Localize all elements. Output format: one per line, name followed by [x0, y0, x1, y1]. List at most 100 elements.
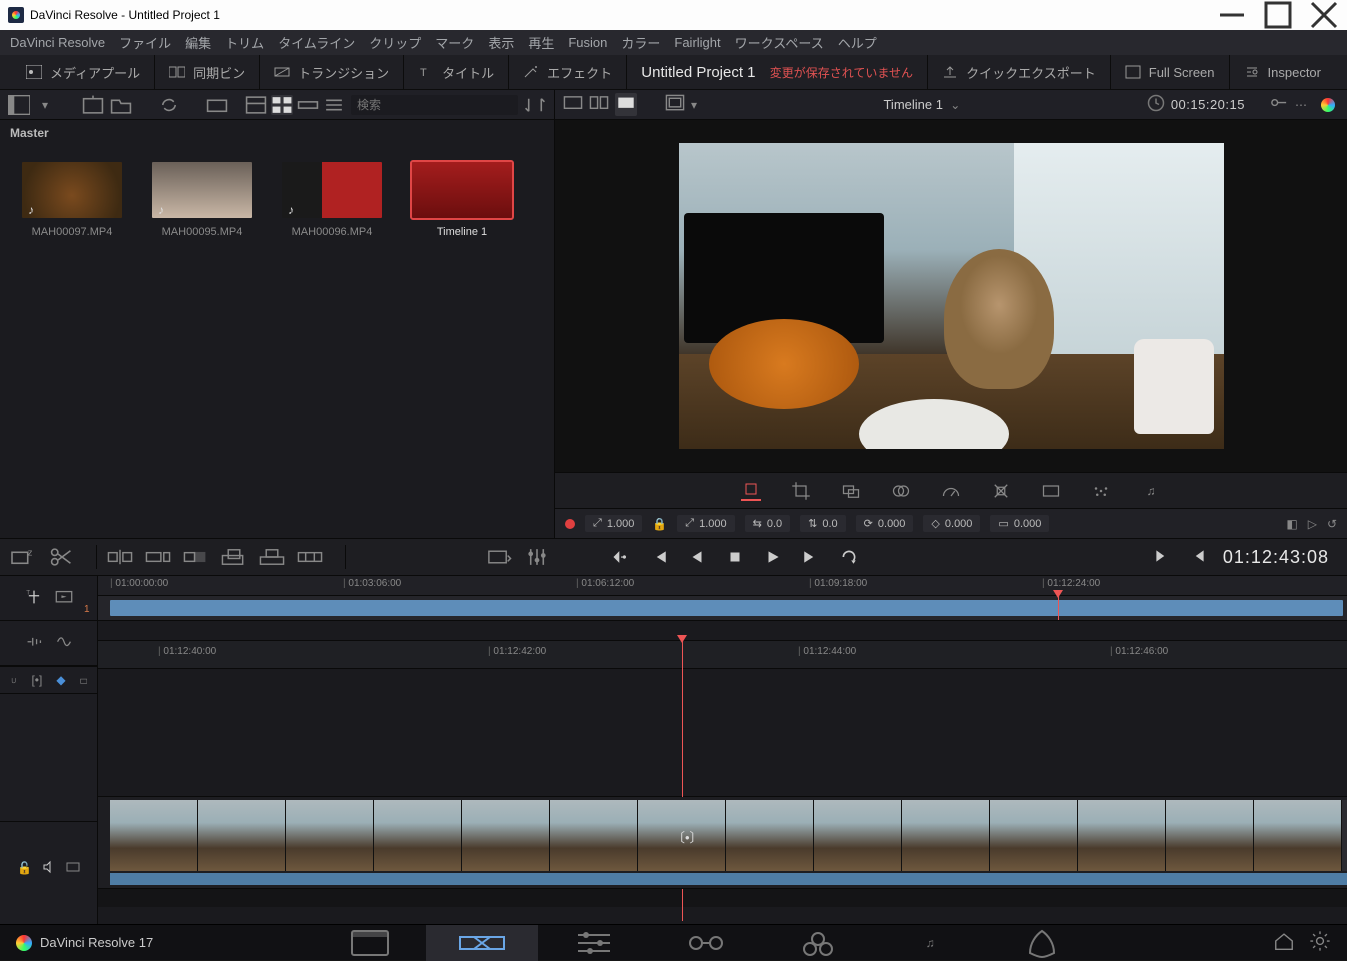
lock-icon[interactable]: 🔒	[652, 517, 667, 531]
minimize-button[interactable]	[1209, 0, 1255, 30]
pos-x-field[interactable]: ⇆0.0	[745, 515, 791, 532]
viewer-timeline-name[interactable]: Timeline 1	[883, 97, 942, 112]
safe-area-icon[interactable]	[665, 94, 685, 114]
page-edit[interactable]	[538, 925, 650, 961]
menu-playback[interactable]: 再生	[528, 33, 554, 52]
pool-layout-a-icon[interactable]	[8, 95, 30, 115]
composite-icon[interactable]	[891, 481, 911, 501]
close-button[interactable]	[1301, 0, 1347, 30]
color-tool-icon[interactable]	[1091, 481, 1111, 501]
lens-icon[interactable]	[1041, 481, 1061, 501]
menu-davinci[interactable]: DaVinci Resolve	[10, 35, 105, 50]
view-list-icon[interactable]	[323, 95, 345, 115]
audio-sync-icon[interactable]	[25, 634, 43, 652]
stop-icon[interactable]	[726, 548, 744, 566]
audio-track-icon[interactable]	[55, 634, 73, 652]
stabilize-icon[interactable]	[991, 481, 1011, 501]
inspector-toggle[interactable]: Inspector	[1230, 55, 1335, 90]
pos-y-field[interactable]: ⇅0.0	[800, 515, 846, 532]
flag-icon[interactable]: ◆	[56, 673, 65, 687]
next-clip-icon[interactable]	[802, 548, 820, 566]
ripple-overwrite-icon[interactable]	[183, 546, 209, 568]
settings-gear-icon[interactable]	[1309, 930, 1331, 955]
zoom-x-field[interactable]: ⤢1.000	[585, 515, 642, 532]
view-metadata-icon[interactable]	[245, 95, 267, 115]
source-overwrite-icon[interactable]	[297, 546, 323, 568]
media-pool-toggle[interactable]: メディアプール	[12, 55, 155, 90]
pool-chevron-icon[interactable]: ▾	[34, 95, 56, 115]
menu-help[interactable]: ヘルプ	[838, 33, 877, 52]
menu-timeline[interactable]: タイムライン	[278, 33, 355, 52]
closeup-icon[interactable]	[221, 546, 247, 568]
pool-search-input[interactable]	[351, 95, 518, 115]
view-strip-icon[interactable]	[297, 95, 319, 115]
viewer-mode-a-icon[interactable]	[563, 94, 583, 114]
play-icon[interactable]	[764, 548, 782, 566]
crop-tool-icon[interactable]	[791, 481, 811, 501]
maximize-button[interactable]	[1255, 0, 1301, 30]
colorwheel-icon[interactable]	[1321, 98, 1339, 112]
clip-item[interactable]: ♪ MAH00096.MP4	[282, 162, 382, 238]
overview-ruler[interactable]: | 01:00:00:00| 01:03:06:00| 01:06:12:00|…	[98, 576, 1347, 596]
smart-insert-icon[interactable]	[107, 546, 133, 568]
anchor-field[interactable]: ◇0.000	[923, 515, 980, 532]
transform-tool-icon[interactable]	[741, 481, 761, 501]
snap-icon[interactable]	[10, 673, 17, 687]
menu-trim[interactable]: トリム	[225, 33, 264, 52]
options-icon[interactable]: ⋯	[1295, 98, 1315, 112]
flip-icon[interactable]: ◧	[1286, 517, 1297, 531]
view-thumb-icon[interactable]	[271, 95, 293, 115]
video-track-v1[interactable]: 1 〔•〕	[98, 797, 1347, 889]
menu-fairlight[interactable]: Fairlight	[674, 35, 720, 50]
menu-workspace[interactable]: ワークスペース	[735, 33, 824, 52]
zoom-y-field[interactable]: ⤢1.000	[677, 515, 734, 532]
menu-clip[interactable]: クリップ	[369, 33, 421, 52]
page-color[interactable]	[762, 925, 874, 961]
menu-fusion[interactable]: Fusion	[568, 35, 607, 50]
overview-clip[interactable]	[110, 600, 1343, 616]
marker-icon[interactable]: [•]	[31, 673, 42, 687]
jog-mode-icon[interactable]	[612, 548, 630, 566]
import-media-icon[interactable]	[82, 95, 104, 115]
quick-export-button[interactable]: クイックエクスポート	[927, 55, 1111, 90]
pool-bin-header[interactable]: Master	[0, 120, 554, 146]
speed-icon[interactable]	[941, 481, 961, 501]
detail-ruler[interactable]: | 01:12:40:00| 01:12:42:00| 01:12:44:00|…	[98, 641, 1347, 669]
add-track-icon[interactable]: T	[25, 588, 43, 609]
master-timecode[interactable]: 01:12:43:08	[1223, 547, 1329, 568]
menu-file[interactable]: ファイル	[119, 33, 171, 52]
sync-bin-toggle[interactable]: 同期ビン	[155, 55, 260, 90]
transition-toggle[interactable]: トランジション	[260, 55, 404, 90]
menu-mark[interactable]: マーク	[435, 33, 474, 52]
menu-edit[interactable]: 編集	[185, 33, 211, 52]
page-fusion[interactable]	[650, 925, 762, 961]
video-track-icon[interactable]	[55, 589, 73, 607]
viewer-chevron-icon[interactable]: ▾	[691, 98, 697, 112]
chevron-down-icon[interactable]: ⌄	[950, 98, 960, 112]
import-folder-icon[interactable]	[110, 95, 132, 115]
split-clip-icon[interactable]	[48, 546, 74, 568]
keyframe-next-icon[interactable]: ▷	[1308, 517, 1317, 531]
record-dot-icon[interactable]	[565, 519, 575, 529]
dynamic-zoom-icon[interactable]	[841, 481, 861, 501]
boring-detector-icon[interactable]: z	[10, 546, 36, 568]
video-clip-strip[interactable]	[110, 800, 1347, 871]
timeline-main[interactable]: 1 | 01:00:00:00| 01:03:06:00| 01:06:12:0…	[98, 576, 1347, 927]
loop-icon[interactable]	[840, 548, 858, 566]
menu-view[interactable]: 表示	[488, 33, 514, 52]
clip-item[interactable]: ♪ MAH00095.MP4	[152, 162, 252, 238]
bypass-icon[interactable]	[1269, 94, 1289, 114]
mute-track-icon[interactable]	[42, 860, 56, 877]
page-cut[interactable]	[426, 925, 538, 961]
title-toggle[interactable]: T タイトル	[404, 55, 509, 90]
overview-playhead[interactable]	[1058, 596, 1059, 620]
home-icon[interactable]	[1273, 930, 1295, 955]
goto-start-icon[interactable]	[1189, 547, 1207, 568]
audio-clip-strip[interactable]	[110, 873, 1347, 885]
page-fairlight[interactable]: ♫	[874, 925, 986, 961]
card-icon[interactable]	[80, 673, 87, 687]
clip-item[interactable]: ♪ MAH00097.MP4	[22, 162, 122, 238]
audio-tool-icon[interactable]: ♫	[1141, 481, 1161, 501]
tools-dropdown-icon[interactable]	[486, 546, 512, 568]
effect-toggle[interactable]: エフェクト	[509, 55, 627, 90]
